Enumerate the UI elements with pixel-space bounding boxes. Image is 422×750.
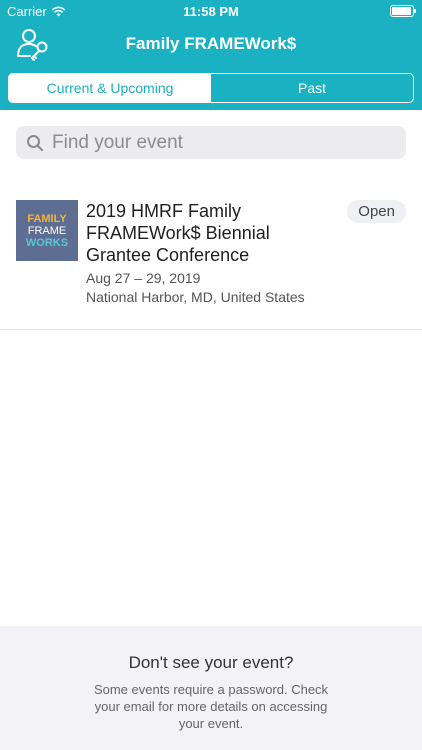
footer-help: Don't see your event? Some events requir… (0, 626, 422, 750)
battery-icon (390, 5, 416, 17)
event-list-item[interactable]: FAMILY FRAME WORKS 2019 HMRF Family FRAM… (0, 186, 422, 330)
event-logo: FAMILY FRAME WORKS (16, 200, 78, 261)
logo-line-works: WORKS (25, 236, 69, 249)
status-time: 11:58 PM (183, 4, 239, 19)
tab-current-upcoming[interactable]: Current & Upcoming (9, 74, 211, 102)
nav-bar: Family FRAMEWork$ (0, 22, 422, 66)
tab-past[interactable]: Past (211, 74, 413, 102)
event-dates: Aug 27 – 29, 2019 (86, 270, 201, 286)
status-bar: Carrier 11:58 PM (0, 0, 422, 22)
footer-body: Some events require a password. Check yo… (93, 682, 329, 731)
search-icon (27, 134, 44, 151)
app-header: Carrier 11:58 PM Family FRAMEWork$ Curre… (0, 0, 422, 110)
status-badge: Open (347, 200, 406, 223)
logo-line-family: FAMILY (27, 212, 67, 225)
event-title: 2019 HMRF Family FRAMEWork$ Biennial Gra… (86, 201, 270, 265)
search-bar[interactable] (16, 126, 406, 159)
event-location: National Harbor, MD, United States (86, 289, 305, 305)
footer-title: Don't see your event? (128, 653, 294, 672)
status-right (390, 5, 416, 17)
page-title: Family FRAMEWork$ (125, 34, 297, 53)
tab-segmented-control: Current & Upcoming Past (8, 73, 414, 103)
logo-line-frame: FRAME (27, 224, 67, 237)
search-input[interactable] (52, 131, 392, 154)
